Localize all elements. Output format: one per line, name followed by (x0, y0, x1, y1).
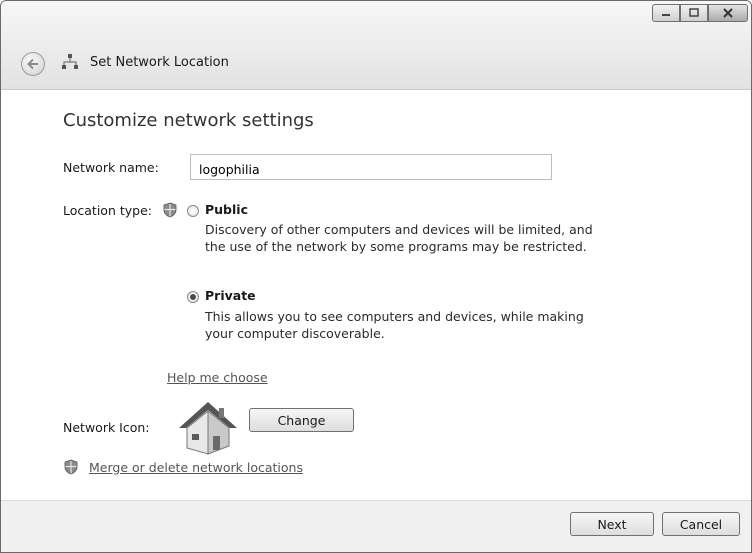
shield-icon (163, 202, 177, 218)
network-icon (62, 54, 78, 69)
public-description-line1: Discovery of other computers and devices… (205, 222, 593, 237)
private-option-title: Private (205, 288, 256, 303)
window-controls (652, 4, 748, 22)
footer-bar: Next Cancel (1, 500, 751, 552)
minimize-icon (662, 14, 670, 16)
house-icon (179, 402, 237, 455)
next-button[interactable]: Next (570, 512, 654, 536)
minimize-button[interactable] (652, 4, 680, 22)
location-type-label: Location type: (63, 203, 152, 218)
close-button[interactable] (708, 4, 748, 22)
maximize-button[interactable] (680, 4, 708, 22)
public-radio[interactable] (187, 205, 199, 217)
title-bar: Set Network Location (1, 1, 751, 90)
merge-delete-locations-link[interactable]: Merge or delete network locations (89, 460, 303, 475)
page-title: Customize network settings (63, 110, 314, 131)
change-icon-button[interactable]: Change (249, 408, 354, 432)
back-arrow-icon (27, 58, 38, 70)
help-me-choose-link[interactable]: Help me choose (167, 370, 268, 385)
content-area: Customize network settings Network name:… (1, 90, 751, 500)
set-network-location-window: Set Network Location Customize network s… (0, 0, 752, 553)
back-button[interactable] (21, 52, 45, 76)
maximize-icon (689, 8, 699, 17)
network-name-label: Network name: (63, 160, 159, 175)
network-name-input[interactable] (190, 154, 552, 180)
public-description-line2: the use of the network by some programs … (205, 239, 587, 254)
network-icon-label: Network Icon: (63, 420, 150, 435)
cancel-button[interactable]: Cancel (662, 512, 740, 536)
window-title: Set Network Location (90, 55, 229, 70)
close-icon (723, 8, 733, 18)
private-radio[interactable] (187, 291, 199, 303)
shield-icon (64, 459, 78, 475)
private-description-line1: This allows you to see computers and dev… (205, 309, 584, 324)
private-description-line2: your computer discoverable. (205, 326, 385, 341)
public-option-title: Public (205, 202, 248, 217)
